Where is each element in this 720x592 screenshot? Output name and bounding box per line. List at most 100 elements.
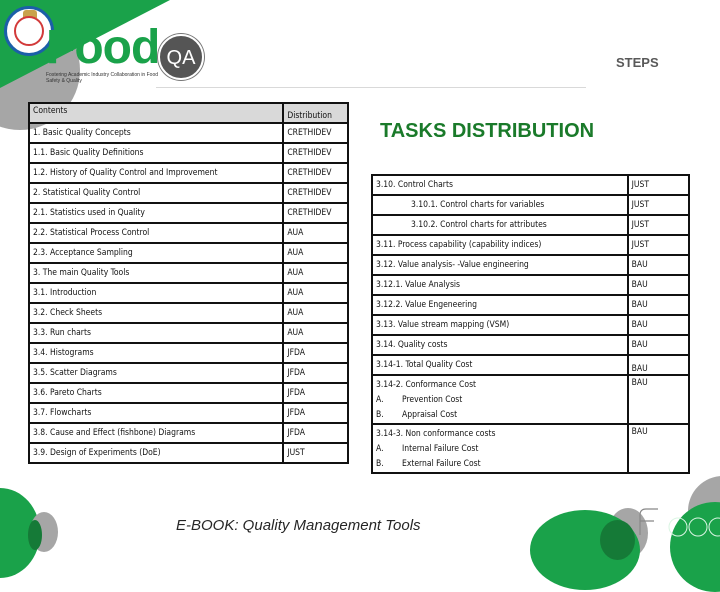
logo-text: Food [46,21,160,74]
header-contents: Contents [27,102,285,124]
item-label: B. [376,459,384,469]
table-row: 3. The main Quality Tools AUA [27,262,349,284]
row-distribution: JUST [282,442,349,464]
row-distribution: JFDA [282,402,349,424]
item-label: A. [376,444,384,454]
table-row: 2. Statistical Quality Control CRETHIDEV [27,182,349,204]
table-row: 3.5. Scatter Diagrams JFDA [27,362,349,384]
table-row: 3.14-1. Total Quality Cost BAU [371,354,691,376]
foodqa-logo: Food QA Fostering Academic Industry Coll… [46,21,206,90]
item-label: A. [376,395,384,405]
table-row: 3.14. Quality costs BAU [371,334,691,356]
header-divider [156,87,586,88]
item-text: Appraisal Cost [402,410,458,420]
conformance-item: A. Prevention Cost [376,393,624,408]
row-content: 3.11. Process capability (capability ind… [371,234,629,256]
nonconformance-item: B. External Failure Cost [376,457,624,472]
row-distribution: BAU [626,354,691,376]
row-content: 3. The main Quality Tools [27,262,285,284]
table-row: 2.2. Statistical Process Control AUA [27,222,349,244]
page-title: TASKS DISTRIBUTION [380,120,595,142]
row-content: 3.6. Pareto Charts [27,382,285,404]
row-content: 1.2. History of Quality Control and Impr… [27,162,285,184]
row-content: 2. Statistical Quality Control [27,182,285,204]
row-distribution: BAU [626,314,691,336]
row-distribution: CRETHIDEV [282,162,349,184]
table-row: 3.12. Value analysis- -Value engineering… [371,254,691,276]
row-distribution: AUA [282,242,349,264]
row-content: 3.10.1. Control charts for variables [371,194,629,216]
row-distribution: BAU [626,334,691,356]
row-content: 3.12.2. Value Engeneering [371,294,629,316]
row-content: 3.7. Flowcharts [27,402,285,424]
row-content: 3.13. Value stream mapping (VSM) [371,314,629,336]
table-row: 3.8. Cause and Effect (fishbone) Diagram… [27,422,349,444]
table-row: 3.10.2. Control charts for attributes JUS… [371,214,691,236]
table-row: 3.7. Flowcharts JFDA [27,402,349,424]
row-distribution: JUST [626,214,691,236]
row-distribution: JUST [626,234,691,256]
table-row: 3.9. Design of Experiments (DoE) JUST [27,442,349,464]
footer-title: E-BOOK: Quality Management Tools [176,517,421,534]
row-distribution: JFDA [282,362,349,384]
decor-dark-green-blob [28,520,42,550]
nonconformance-content: 3.14-3. Non conformance costs A. Internal … [371,423,629,474]
table-row: 3.10.1. Control charts for variables JUST [371,194,691,216]
row-distribution: JFDA [282,422,349,444]
row-distribution: CRETHIDEV [282,202,349,224]
row-content: 3.14-1. Total Quality Cost [371,354,629,376]
table-row: 3.4. Histograms JFDA [27,342,349,364]
row-content: 3.3. Run charts [27,322,285,344]
nonconformance-item: A. Internal Failure Cost [376,442,624,457]
table-row: 3.12.1. Value Analysis BAU [371,274,691,296]
logo-tagline: Fostering Academic Industry Collaboratio… [46,72,159,84]
item-text: Prevention Cost [402,395,463,405]
row-content: 3.4. Histograms [27,342,285,364]
row-distribution: AUA [282,302,349,324]
table-row: 2.1. Statistics used in Quality CRETHIDEV [27,202,349,224]
row-distribution: AUA [282,282,349,304]
header-distribution: Distribution [282,102,349,124]
row-content: 3.9. Design of Experiments (DoE) [27,442,285,464]
row-distribution: AUA [282,262,349,284]
section-label: STEPS [616,55,659,70]
item-text: External Failure Cost [402,459,481,469]
row-content: 2.3. Acceptance Sampling [27,242,285,264]
row-content: 2.1. Statistics used in Quality [27,202,285,224]
table-row: 3.1. Introduction AUA [27,282,349,304]
nonconformance-distribution: BAU [626,423,691,474]
row-distribution: JUST [626,194,691,216]
table-row: 3.6. Pareto Charts JFDA [27,382,349,404]
row-distribution: JFDA [282,382,349,404]
conformance-content: 3.14-2. Conformance Cost A. Prevention Cos… [371,374,629,425]
table-row: 3.2. Check Sheets AUA [27,302,349,324]
row-content: 3.12.1. Value Analysis [371,274,629,296]
table-row-conformance: 3.14-2. Conformance Cost A. Prevention Cos… [371,374,691,425]
table-row: 3.13. Value stream mapping (VSM) BAU [371,314,691,336]
item-label: B. [376,410,384,420]
row-content: 3.12. Value analysis- -Value engineering [371,254,629,276]
row-distribution: AUA [282,222,349,244]
item-text: Internal Failure Cost [402,444,479,454]
conformance-item: B. Appraisal Cost [376,408,624,423]
table-row: 3.3. Run charts AUA [27,322,349,344]
row-distribution: BAU [626,274,691,296]
row-distribution: BAU [626,294,691,316]
table-row: 3.10. Control Charts JUST [371,174,691,196]
row-content: 3.10.2. Control charts for attributes [371,214,629,236]
row-content: 1.1. Basic Quality Definitions [27,142,285,164]
contents-table-right: 3.10. Control Charts JUST 3.10.1. Control … [371,174,691,474]
row-content: 3.2. Check Sheets [27,302,285,324]
table-row: 3.12.2. Value Engeneering BAU [371,294,691,316]
table-row: 3.11. Process capability (capability ind… [371,234,691,256]
row-distribution: CRETHIDEV [282,122,349,144]
row-distribution: CRETHIDEV [282,142,349,164]
conformance-distribution: BAU [626,374,691,425]
row-distribution: JFDA [282,342,349,364]
table-row: 1.2. History of Quality Control and Impr… [27,162,349,184]
row-content: 2.2. Statistical Process Control [27,222,285,244]
nonconformance-heading: 3.14-3. Non conformance costs [376,429,496,439]
table-row: 1. Basic Quality Concepts CRETHIDEV [27,122,349,144]
table-row: 2.3. Acceptance Sampling AUA [27,242,349,264]
row-content: 3.10. Control Charts [371,174,629,196]
